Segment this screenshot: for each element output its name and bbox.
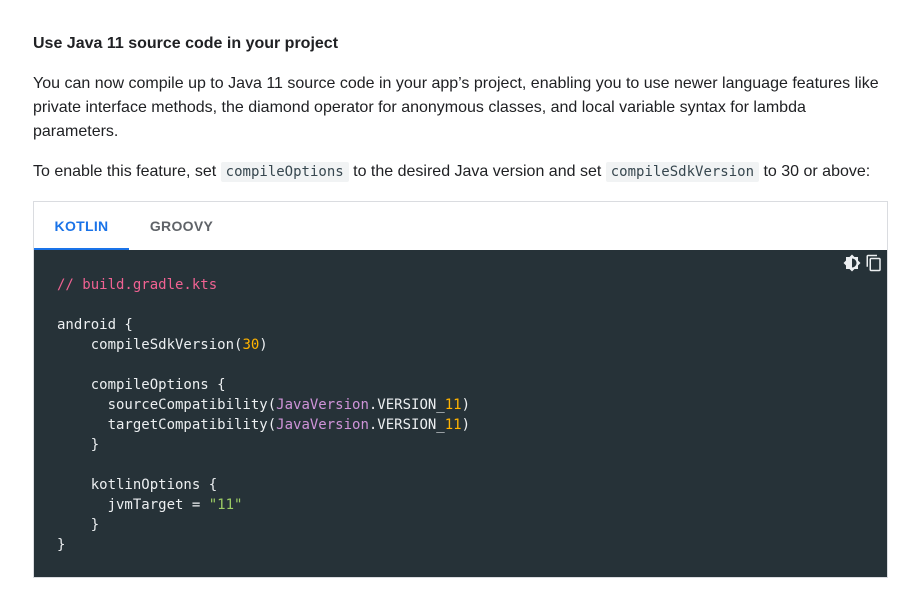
code-punct: ) xyxy=(461,417,471,433)
code-punct: ) xyxy=(461,397,471,413)
code-string: "11" xyxy=(208,497,243,513)
code-type: JavaVersion xyxy=(276,397,369,413)
code-punct: ) xyxy=(259,337,268,353)
inline-code-compile-options: compileOptions xyxy=(220,162,349,182)
code-panel: // build.gradle.kts android { compileSdk… xyxy=(34,250,887,577)
instruction-text: To enable this feature, set xyxy=(33,163,221,180)
code-punct: .VERSION_ xyxy=(368,397,445,413)
code-type: JavaVersion xyxy=(276,417,369,433)
code-punct: .VERSION_ xyxy=(368,417,445,433)
code-block: // build.gradle.kts android { compileSdk… xyxy=(57,275,470,555)
code-line: targetCompatibility( xyxy=(57,417,277,433)
language-tabbar: KOTLIN GROOVY xyxy=(34,202,887,250)
code-line: } xyxy=(57,537,66,553)
code-number: 30 xyxy=(242,337,260,353)
section-heading: Use Java 11 source code in your project xyxy=(33,35,339,52)
code-line: } xyxy=(57,517,100,533)
code-actions xyxy=(843,254,883,272)
copy-icon[interactable] xyxy=(865,254,883,272)
instruction-text: to the desired Java version and set xyxy=(348,163,606,180)
tab-kotlin[interactable]: KOTLIN xyxy=(34,202,129,250)
tab-groovy[interactable]: GROOVY xyxy=(129,202,234,250)
intro-paragraph: You can now compile up to Java 11 source… xyxy=(33,75,879,140)
code-line: jvmTarget = xyxy=(57,497,209,513)
code-line: sourceCompatibility( xyxy=(57,397,277,413)
code-comment: // build.gradle.kts xyxy=(57,277,218,293)
code-sample-card: KOTLIN GROOVY // build.gradle.kts androi… xyxy=(33,201,888,578)
code-line: } xyxy=(57,437,100,453)
code-number: 11 xyxy=(444,417,462,433)
code-line: kotlinOptions { xyxy=(57,477,218,493)
code-number: 11 xyxy=(444,397,462,413)
inline-code-compile-sdk-version: compileSdkVersion xyxy=(605,162,760,182)
code-line: android { xyxy=(57,317,133,333)
brightness-icon[interactable] xyxy=(843,254,861,272)
code-line: compileSdkVersion( xyxy=(57,337,243,353)
instruction-text: to 30 or above: xyxy=(759,163,871,180)
instruction-paragraph: To enable this feature, set compileOptio… xyxy=(33,160,883,184)
code-line: compileOptions { xyxy=(57,377,226,393)
